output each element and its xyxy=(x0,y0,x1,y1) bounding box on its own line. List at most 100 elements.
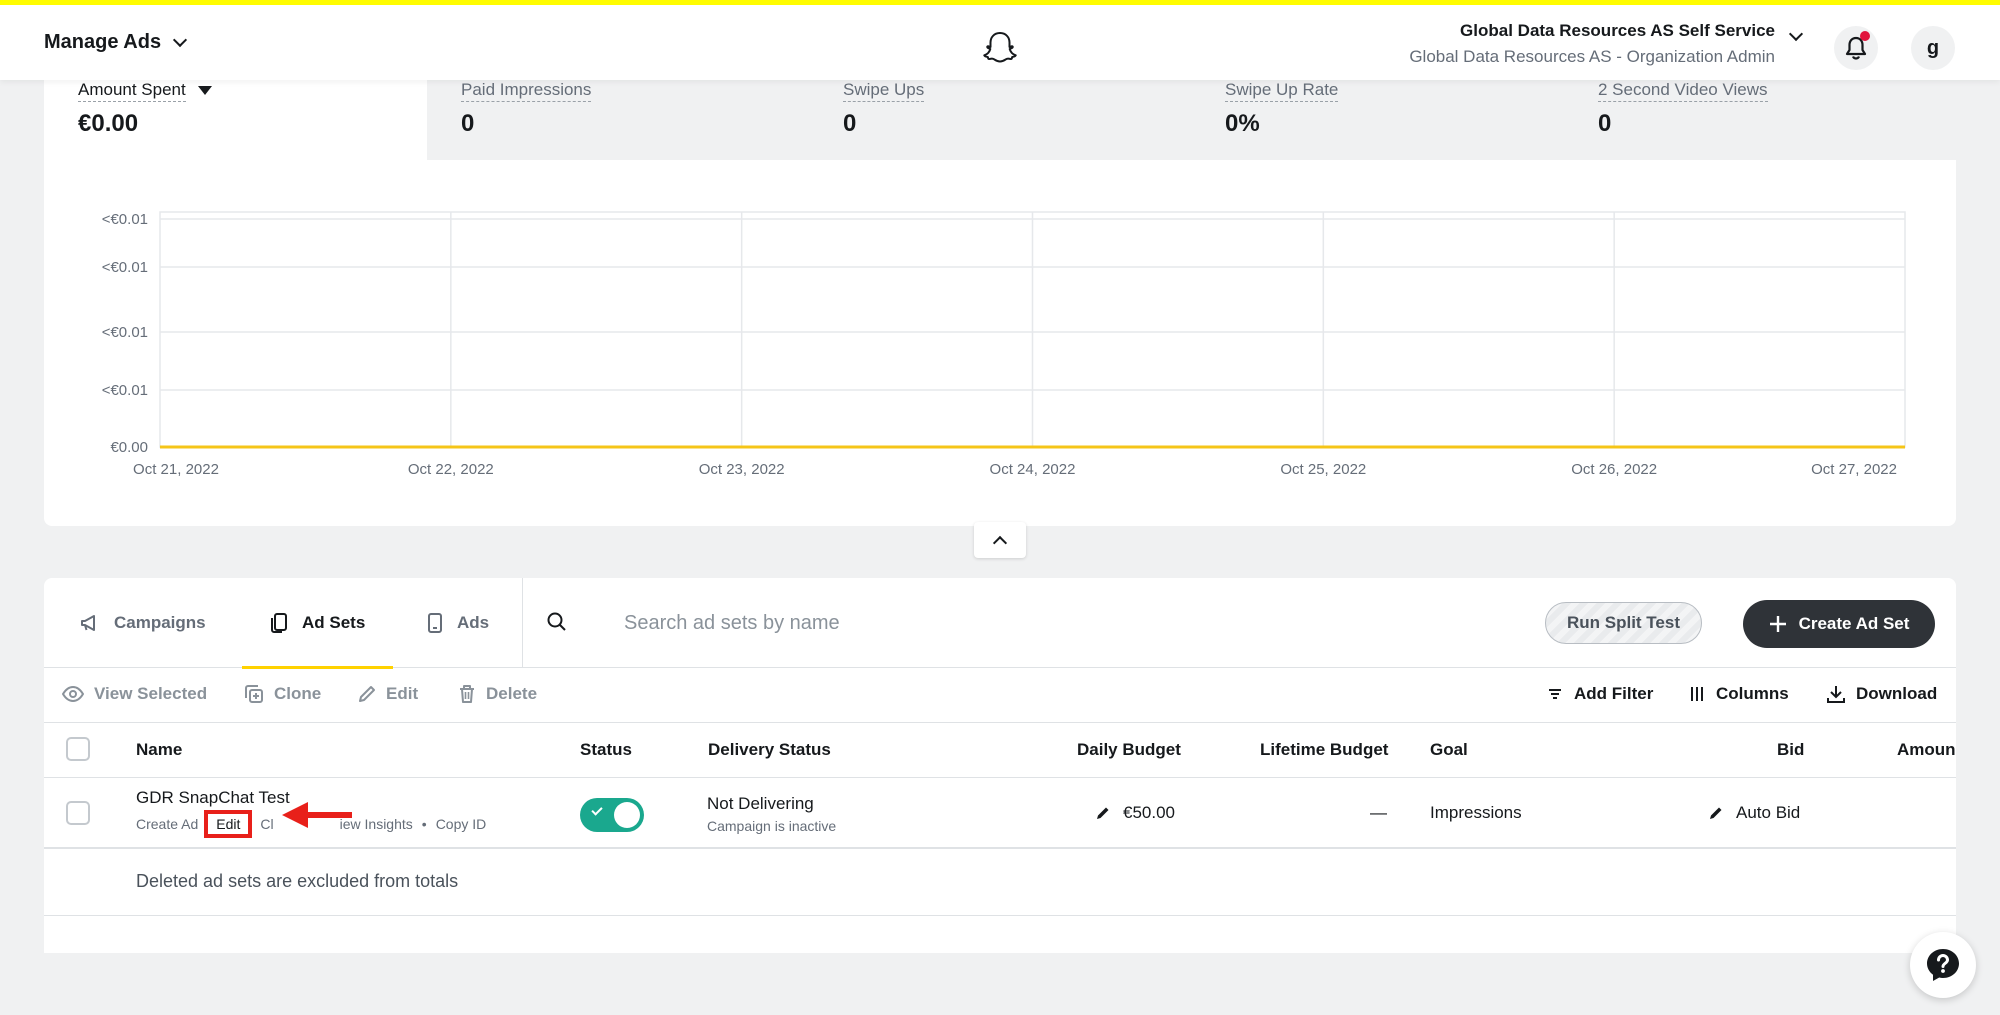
chevron-down-icon[interactable] xyxy=(1788,26,1804,42)
delivery-status-detail: Campaign is inactive xyxy=(707,818,837,834)
trash-icon xyxy=(460,685,474,703)
chevron-up-icon xyxy=(992,535,1008,551)
help-chat-icon xyxy=(1927,949,1959,981)
header-daily-budget[interactable]: Daily Budget xyxy=(1077,740,1181,760)
manage-ads-menu[interactable]: Manage Ads xyxy=(44,31,188,54)
top-bar: Manage Ads Global Data Resources AS Self… xyxy=(0,0,2000,80)
x-tick-label: Oct 27, 2022 xyxy=(1811,461,1897,478)
header-status[interactable]: Status xyxy=(580,740,632,760)
metric-label: Amount Spent xyxy=(78,80,186,102)
header-bid[interactable]: Bid xyxy=(1777,740,1804,760)
collapse-chart-button[interactable] xyxy=(974,522,1026,558)
organization-switcher[interactable]: Global Data Resources AS Self Service Gl… xyxy=(1409,21,1775,67)
tab-bar: Campaigns Ad Sets Ads Run Split Test Cre… xyxy=(44,578,1956,669)
run-split-test-button[interactable]: Run Split Test xyxy=(1545,602,1702,644)
totals-note: Deleted ad sets are excluded from totals xyxy=(136,871,459,891)
spend-chart: €0.00 <€0.01 <€0.01 <€0.01 <€0.01 Oct 21, 202… xyxy=(102,211,1906,478)
page-title: Manage Ads xyxy=(44,31,162,53)
red-arrow-annotation xyxy=(282,802,352,828)
header-amount[interactable]: Amoun xyxy=(1897,740,1956,760)
notification-badge xyxy=(1860,31,1870,41)
tab-label: Ad Sets xyxy=(302,613,366,632)
clone-icon xyxy=(245,685,263,703)
x-tick-label: Oct 22, 2022 xyxy=(408,461,494,478)
header-lifetime-budget[interactable]: Lifetime Budget xyxy=(1260,740,1388,760)
create-ad-link[interactable]: Create Ad xyxy=(136,816,198,838)
row-checkbox[interactable] xyxy=(66,801,90,825)
copy-id-link[interactable]: Copy ID xyxy=(436,816,487,838)
search-icon xyxy=(547,612,566,631)
avatar[interactable]: g xyxy=(1911,26,1955,70)
tab-ads[interactable]: Ads xyxy=(427,578,489,668)
download-button[interactable]: Download xyxy=(1826,684,1937,704)
chevron-down-icon xyxy=(172,32,188,47)
y-tick-label: <€0.01 xyxy=(102,382,148,399)
tab-campaigns[interactable]: Campaigns xyxy=(80,578,206,668)
help-button[interactable] xyxy=(1910,932,1976,998)
clone-button[interactable]: Clone xyxy=(244,684,321,704)
organization-name: Global Data Resources AS Self Service xyxy=(1460,21,1775,40)
select-all-checkbox[interactable] xyxy=(66,737,90,761)
snapchat-ghost-icon[interactable] xyxy=(978,27,1022,71)
y-tick-label: <€0.01 xyxy=(102,211,148,228)
caret-down-icon[interactable] xyxy=(197,86,212,96)
pencil-icon[interactable] xyxy=(1096,806,1110,820)
metric-label: Swipe Ups xyxy=(843,80,925,102)
lifetime-budget-value: — xyxy=(1370,803,1387,822)
metric-value: 0% xyxy=(1225,110,1260,137)
notifications-button[interactable] xyxy=(1834,26,1878,70)
columns-button[interactable]: Columns xyxy=(1688,684,1789,704)
header-delivery-status[interactable]: Delivery Status xyxy=(708,740,831,760)
download-icon xyxy=(1827,686,1845,703)
table-header: Name Status Delivery Status Daily Budget… xyxy=(44,723,1956,778)
x-tick-label: Oct 23, 2022 xyxy=(699,461,785,478)
pencil-icon xyxy=(359,686,375,702)
view-selected-button[interactable]: View Selected xyxy=(62,684,207,704)
metric-label: Paid Impressions xyxy=(461,80,592,102)
eye-icon xyxy=(62,686,84,702)
columns-icon xyxy=(1691,687,1703,701)
x-tick-label: Oct 25, 2022 xyxy=(1280,461,1366,478)
toggle-knob xyxy=(614,802,640,828)
metric-value: 0 xyxy=(461,110,475,137)
metric-value: 0 xyxy=(843,110,857,137)
plus-icon xyxy=(1769,616,1786,632)
clone-label: Clone xyxy=(274,684,322,703)
add-filter-button[interactable]: Add Filter xyxy=(1546,684,1653,704)
megaphone-icon xyxy=(81,615,95,631)
header-name[interactable]: Name xyxy=(136,740,182,760)
table-row: GDR SnapChat Test Create Ad Edit Cl iew … xyxy=(44,778,1956,849)
totals-footer: Deleted ad sets are excluded from totals xyxy=(44,849,1956,916)
separator: • xyxy=(421,816,427,832)
status-toggle[interactable] xyxy=(580,798,644,832)
x-tick-label: Oct 21, 2022 xyxy=(133,461,219,478)
header-goal[interactable]: Goal xyxy=(1430,740,1468,760)
metric-value: 0 xyxy=(1598,110,1612,137)
y-tick-label: €0.00 xyxy=(110,439,148,456)
tab-label: Campaigns xyxy=(114,613,206,632)
metric-value: €0.00 xyxy=(78,110,139,137)
y-tick-label: <€0.01 xyxy=(102,259,148,276)
ad-set-name[interactable]: GDR SnapChat Test xyxy=(136,788,290,808)
edit-button[interactable]: Edit xyxy=(358,684,418,704)
tab-ad-sets[interactable]: Ad Sets xyxy=(241,578,394,669)
clone-link[interactable]: Cl xyxy=(260,816,273,838)
create-ad-set-label: Create Ad Set xyxy=(1798,614,1910,633)
x-tick-label: Oct 24, 2022 xyxy=(990,461,1076,478)
view-selected-label: View Selected xyxy=(94,684,208,703)
pencil-icon[interactable] xyxy=(1709,806,1723,820)
check-icon xyxy=(591,804,603,816)
daily-budget-value[interactable]: €50.00 xyxy=(1123,803,1175,823)
search-input[interactable] xyxy=(624,606,1224,640)
delete-button[interactable]: Delete xyxy=(458,684,537,704)
delete-label: Delete xyxy=(486,684,538,703)
edit-link[interactable]: Edit xyxy=(204,810,253,838)
table-toolbar: View Selected Clone Edit Delete Add Filt… xyxy=(44,668,1956,723)
bid-value[interactable]: Auto Bid xyxy=(1736,803,1800,823)
download-label: Download xyxy=(1856,684,1938,703)
create-ad-set-button[interactable]: Create Ad Set xyxy=(1743,600,1935,648)
edit-label: Edit xyxy=(386,684,419,703)
delivery-status: Not Delivering xyxy=(707,794,814,813)
organization-role: Global Data Resources AS - Organization … xyxy=(1409,47,1775,66)
metric-label: Swipe Up Rate xyxy=(1225,80,1339,102)
